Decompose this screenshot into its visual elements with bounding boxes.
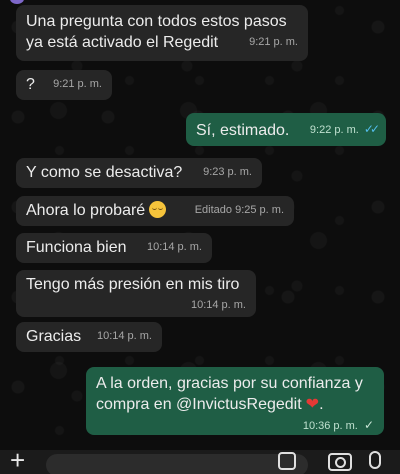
message-text: Tengo más presión en mis tiro xyxy=(26,276,240,293)
message-bubble-incoming[interactable]: Una pregunta con todos estos pasos ya es… xyxy=(16,5,308,61)
message-text: Funciona bien xyxy=(26,239,127,256)
composer-bar: + xyxy=(0,447,400,474)
message-line: compra en @InvictusRegedit ❤. xyxy=(96,394,374,415)
attach-plus-icon[interactable]: + xyxy=(10,447,25,473)
message-bubble-incoming[interactable]: Ahora lo probaré Editado 9:25 p. m. xyxy=(16,196,294,226)
message-bubble-outgoing[interactable]: Sí, estimado. 9:22 p. m. ✓✓ xyxy=(186,113,386,146)
read-ticks-icon: ✓✓ xyxy=(363,122,380,136)
message-input[interactable] xyxy=(46,454,308,474)
message-meta: 10:36 p. m. ✓ xyxy=(303,415,374,437)
message-time: 9:22 p. m. xyxy=(309,124,359,136)
sent-tick-icon: ✓ xyxy=(363,418,374,432)
sender-avatar-fragment xyxy=(10,0,24,4)
message-text: Ahora lo probaré xyxy=(26,202,146,219)
message-time: 10:14 p. m. xyxy=(96,330,152,342)
sticker-icon[interactable] xyxy=(278,452,296,470)
message-body: Ahora lo probaré xyxy=(26,200,167,221)
relieved-face-emoji-icon xyxy=(149,201,167,218)
microphone-icon[interactable] xyxy=(369,451,381,469)
message-period: . xyxy=(319,396,324,413)
message-meta: 9:22 p. m. ✓✓ xyxy=(309,119,380,141)
message-bubble-incoming[interactable]: ? 9:21 p. m. xyxy=(16,70,112,100)
message-bubble-incoming[interactable]: Y como se desactiva? 9:23 p. m. xyxy=(16,158,262,188)
message-text: ? xyxy=(26,76,35,93)
message-time: 10:14 p. m. xyxy=(146,241,202,253)
message-text: Y como se desactiva? xyxy=(26,164,183,181)
red-heart-emoji-icon: ❤ xyxy=(305,396,320,413)
message-text: Una pregunta con todos estos pasos xyxy=(26,13,287,30)
message-text: Gracias xyxy=(26,328,82,345)
message-bubble-outgoing[interactable]: A la orden, gracias por su confianza y c… xyxy=(86,367,384,435)
message-time: 9:21 p. m. xyxy=(53,78,102,90)
message-time: 10:36 p. m. xyxy=(302,420,358,432)
message-time: 9:23 p. m. xyxy=(203,166,252,178)
message-edited-time: Editado 9:25 p. m. xyxy=(194,204,284,216)
message-text: ya está activado el Regedit xyxy=(26,34,219,51)
message-bubble-incoming[interactable]: Gracias 10:14 p. m. xyxy=(16,322,162,352)
message-time: 10:14 p. m. xyxy=(190,299,246,311)
message-bubble-incoming[interactable]: Tengo más presión en mis tiro 10:14 p. m… xyxy=(16,270,256,317)
message-text: Sí, estimado. xyxy=(196,122,290,139)
message-time: 9:21 p. m. xyxy=(249,36,298,48)
message-text: compra en @InvictusRegedit xyxy=(96,396,302,413)
camera-icon[interactable] xyxy=(328,453,352,471)
message-bubble-incoming[interactable]: Funciona bien 10:14 p. m. xyxy=(16,233,212,263)
chat-area: Una pregunta con todos estos pasos ya es… xyxy=(0,0,400,474)
message-text: A la orden, gracias por su confianza y xyxy=(96,375,363,392)
